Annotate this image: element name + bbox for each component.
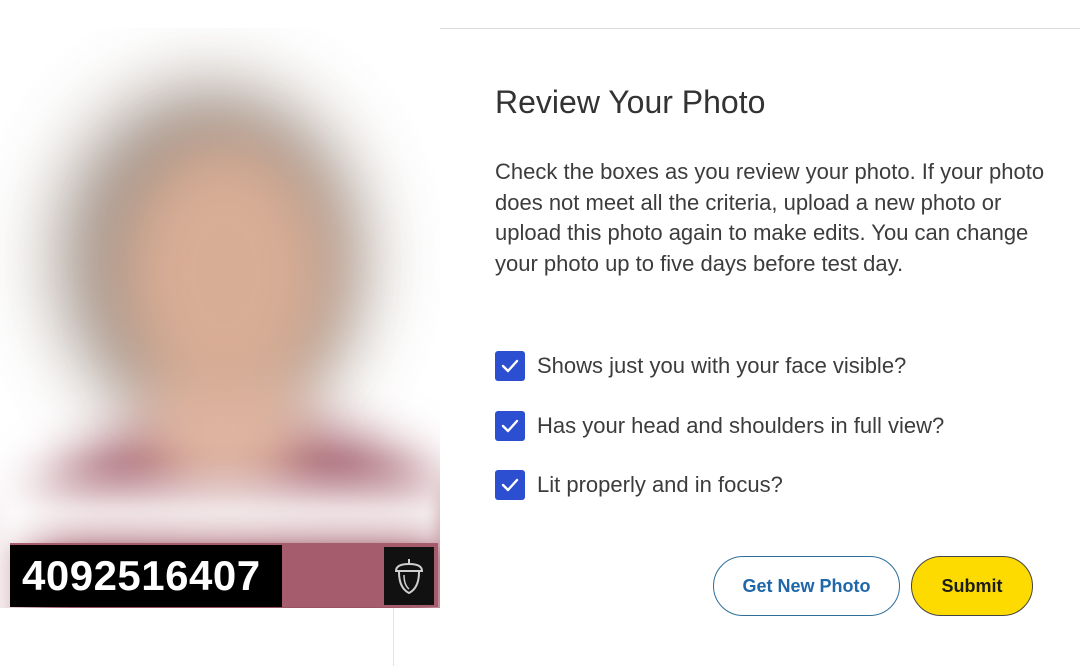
- criteria-checklist: Shows just you with your face visible? H…: [495, 350, 944, 529]
- criteria-label: Shows just you with your face visible?: [537, 353, 907, 378]
- top-divider-right: [395, 28, 1080, 29]
- criteria-label: Has your head and shoulders in full view…: [537, 412, 945, 438]
- get-new-photo-button[interactable]: Get New Photo: [713, 556, 900, 616]
- criteria-item-face-visible[interactable]: Shows just you with your face visible?: [495, 350, 944, 382]
- criteria-item-head-shoulders[interactable]: Has your head and shoulders in full view…: [495, 410, 944, 442]
- photo-review-page: 4092516407 Review Your Photo Check the b…: [0, 0, 1080, 666]
- submit-button[interactable]: Submit: [911, 556, 1033, 616]
- acorn-badge: [384, 547, 434, 605]
- checkmark-icon: [501, 359, 519, 373]
- checkbox-checked[interactable]: [495, 410, 525, 441]
- checkmark-icon: [501, 478, 519, 492]
- criteria-label: Lit properly and in focus?: [537, 472, 783, 497]
- registration-id-number: 4092516407: [10, 545, 282, 607]
- checkmark-icon: [501, 419, 519, 432]
- acorn-icon: [394, 559, 424, 595]
- review-instructions: Check the boxes as you review your photo…: [495, 159, 1045, 276]
- criteria-item-lighting-focus[interactable]: Lit properly and in focus?: [495, 469, 944, 501]
- page-title: Review Your Photo: [495, 84, 766, 120]
- checkbox-checked[interactable]: [495, 351, 525, 381]
- photo-preview: 4092516407: [0, 28, 440, 608]
- blurred-face: [120, 138, 330, 408]
- column-divider: [393, 600, 394, 666]
- checkbox-checked[interactable]: [495, 470, 525, 500]
